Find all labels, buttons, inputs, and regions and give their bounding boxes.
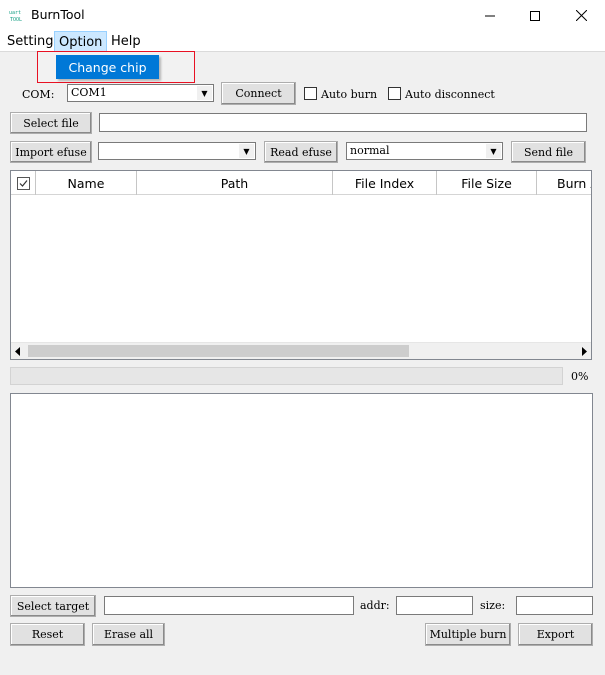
auto-burn-checkbox[interactable] [304,87,317,100]
read-efuse-button[interactable]: Read efuse [264,141,338,163]
export-button-label: Export [536,628,575,641]
auto-disconnect-label: Auto disconnect [405,88,495,101]
select-target-button[interactable]: Select target [10,595,96,617]
com-select-value: COM1 [71,86,107,99]
column-header-file-size[interactable]: File Size [437,171,537,195]
connect-button[interactable]: Connect [221,82,296,105]
file-table[interactable]: Name Path File Index File Size Burn A [10,170,592,360]
erase-all-button-label: Erase all [103,628,154,641]
reset-button[interactable]: Reset [10,623,85,646]
progress-bar [10,367,563,385]
connect-button-label: Connect [235,87,282,100]
erase-all-button[interactable]: Erase all [92,623,165,646]
minimize-button[interactable] [467,0,513,31]
chevron-down-icon[interactable]: ▼ [486,144,501,158]
title-bar[interactable]: uart TOOL BurnTool [0,0,605,31]
column-header-name[interactable]: Name [36,171,137,195]
select-file-button[interactable]: Select file [10,112,92,134]
auto-disconnect-checkbox[interactable] [388,87,401,100]
table-header: Name Path File Index File Size Burn A [11,171,591,195]
minimize-icon [485,15,495,16]
send-file-button[interactable]: Send file [511,141,586,163]
addr-label: addr: [360,599,390,612]
maximize-button[interactable] [512,0,558,31]
horizontal-scrollbar[interactable] [11,342,591,359]
close-icon [575,10,587,21]
column-header-file-index[interactable]: File Index [333,171,437,195]
mode-select-value: normal [350,144,390,157]
menu-option[interactable]: Option [54,31,108,52]
log-output[interactable] [10,393,593,588]
import-efuse-button[interactable]: Import efuse [10,141,92,163]
auto-burn-label: Auto burn [321,88,378,101]
multiple-burn-button-label: Multiple burn [429,628,507,641]
send-file-button-label: Send file [523,145,574,159]
checkbox-icon[interactable] [16,176,30,190]
select-target-button-label: Select target [16,599,90,613]
progress-text: 0% [571,370,589,383]
com-select[interactable]: COM1 ▼ [67,84,214,102]
chevron-down-icon[interactable]: ▼ [197,86,212,100]
scrollbar-thumb[interactable] [28,345,409,357]
close-button[interactable] [558,0,604,31]
select-file-button-label: Select file [23,116,79,130]
svg-text:TOOL: TOOL [10,17,22,22]
addr-field[interactable] [396,596,473,615]
reset-button-label: Reset [31,628,64,641]
select-all-column[interactable] [11,171,36,195]
efuse-select[interactable]: ▼ [98,142,256,160]
export-button[interactable]: Export [518,623,593,646]
option-menu-dropdown: Change chip [37,51,195,83]
menu-setting[interactable]: Setting [4,34,57,49]
menu-help[interactable]: Help [108,34,144,49]
com-label: COM: [22,88,55,101]
column-header-path[interactable]: Path [137,171,333,195]
scroll-left-icon[interactable] [14,347,22,356]
column-header-burn-addr[interactable]: Burn A [537,171,591,195]
window-title: BurnTool [31,7,85,22]
read-efuse-button-label: Read efuse [270,145,332,159]
file-path-field[interactable] [99,113,587,132]
chevron-down-icon[interactable]: ▼ [239,144,254,158]
target-field[interactable] [104,596,354,615]
menu-item-change-chip-label: Change chip [68,59,147,75]
size-label: size: [480,599,506,612]
import-efuse-button-label: Import efuse [15,145,87,159]
menu-bar: Setting Option Help [0,31,605,52]
size-field[interactable] [516,596,593,615]
mode-select[interactable]: normal ▼ [346,142,503,160]
multiple-burn-button[interactable]: Multiple burn [425,623,511,646]
scroll-right-icon[interactable] [580,347,588,356]
maximize-icon [530,10,540,21]
burntool-app-icon: uart TOOL [9,10,22,22]
menu-item-change-chip[interactable]: Change chip [56,55,159,79]
svg-text:uart: uart [9,10,21,16]
